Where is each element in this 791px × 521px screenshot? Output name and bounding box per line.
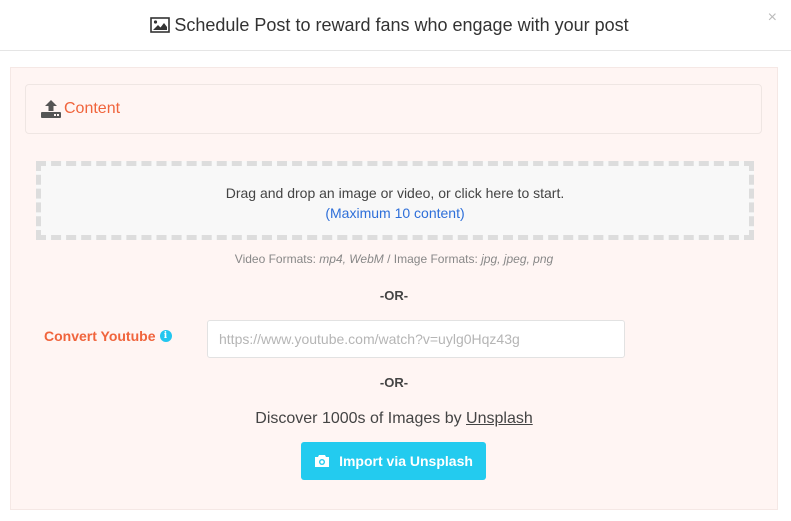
upload-icon [41, 100, 61, 118]
unsplash-discover-text: Discover 1000s of Images by Unsplash [11, 410, 777, 428]
modal-title: Schedule Post to reward fans who engage … [150, 14, 629, 36]
modal-header: Schedule Post to reward fans who engage … [0, 0, 791, 51]
import-unsplash-button[interactable]: Import via Unsplash [301, 442, 486, 480]
unsplash-link[interactable]: Unsplash [466, 410, 533, 427]
content-label: Content [64, 100, 121, 117]
youtube-label-text: Convert Youtube [44, 328, 156, 344]
import-unsplash-label: Import via Unsplash [339, 453, 473, 469]
formats-separator: / [383, 252, 394, 266]
modal-title-text: Schedule Post to reward fans who engage … [174, 14, 629, 35]
video-formats-values: mp4, WebM [319, 252, 384, 266]
upload-dropzone[interactable]: Drag and drop an image or video, or clic… [36, 161, 754, 240]
content-panel: Content Drag and drop an image or video,… [10, 67, 778, 510]
or-divider: -OR- [379, 288, 409, 303]
discover-prefix: Discover 1000s of Images by [255, 410, 467, 427]
dropzone-instruction: Drag and drop an image or video, or clic… [225, 185, 565, 201]
image-formats-label: Image Formats: [393, 252, 482, 266]
image-formats-values: jpg, jpeg, png [481, 252, 554, 266]
camera-icon [315, 455, 330, 467]
supported-formats: Video Formats: mp4, WebM / Image Formats… [11, 252, 777, 266]
info-icon[interactable]: i [159, 330, 172, 342]
youtube-url-input[interactable] [207, 320, 625, 358]
content-section-header: Content [25, 84, 762, 134]
video-formats-label: Video Formats: [234, 252, 320, 266]
dropzone-limit: (Maximum 10 content) [325, 205, 465, 221]
image-icon [150, 17, 171, 33]
youtube-label: Convert Youtube i [44, 328, 172, 344]
close-icon[interactable]: × [768, 10, 777, 26]
or-divider: -OR- [379, 375, 409, 390]
